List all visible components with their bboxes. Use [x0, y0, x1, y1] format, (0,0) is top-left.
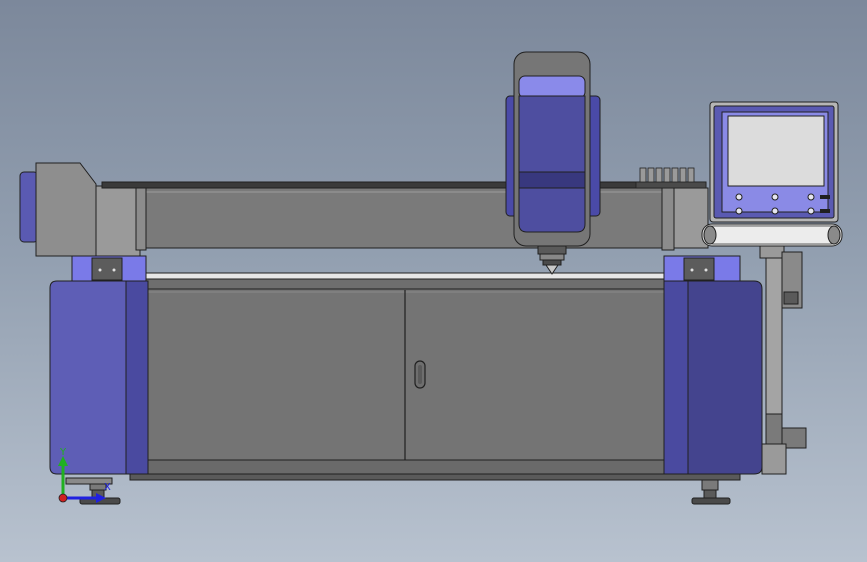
- monitor-button[interactable]: [807, 193, 815, 201]
- left-leg: [49, 280, 149, 475]
- gantry-beam: [101, 181, 709, 251]
- left-end-cap: [19, 162, 141, 257]
- x-axis-label: X: [104, 482, 111, 493]
- machine-cabinet: [129, 288, 741, 481]
- monitor-button[interactable]: [735, 207, 743, 215]
- cutting-tool: [537, 245, 567, 275]
- monitor-indicator: [820, 209, 830, 213]
- cad-viewport[interactable]: Y X: [0, 0, 867, 562]
- cutting-table-bar: [145, 272, 665, 290]
- left-foot: [65, 477, 121, 505]
- monitor-button[interactable]: [771, 207, 779, 215]
- y-axis-label: Y: [59, 447, 67, 458]
- keyboard-tray[interactable]: [701, 223, 843, 247]
- monitor-button[interactable]: [807, 207, 815, 215]
- control-panel-arm: [759, 245, 807, 475]
- right-upper-bracket: [663, 255, 741, 283]
- monitor-button[interactable]: [735, 193, 743, 201]
- right-foot: [691, 479, 731, 505]
- cable-chain: [635, 167, 707, 189]
- control-monitor[interactable]: [709, 101, 839, 223]
- right-leg: [663, 280, 763, 475]
- cabinet-door-handle[interactable]: [414, 360, 426, 389]
- monitor-button[interactable]: [771, 193, 779, 201]
- cable-chain-base: [635, 181, 707, 189]
- cutting-head-carriage[interactable]: [505, 51, 601, 247]
- cnc-cutting-machine-front-view: Y X: [19, 51, 843, 505]
- left-upper-bracket: [71, 255, 147, 283]
- monitor-indicator: [820, 195, 830, 199]
